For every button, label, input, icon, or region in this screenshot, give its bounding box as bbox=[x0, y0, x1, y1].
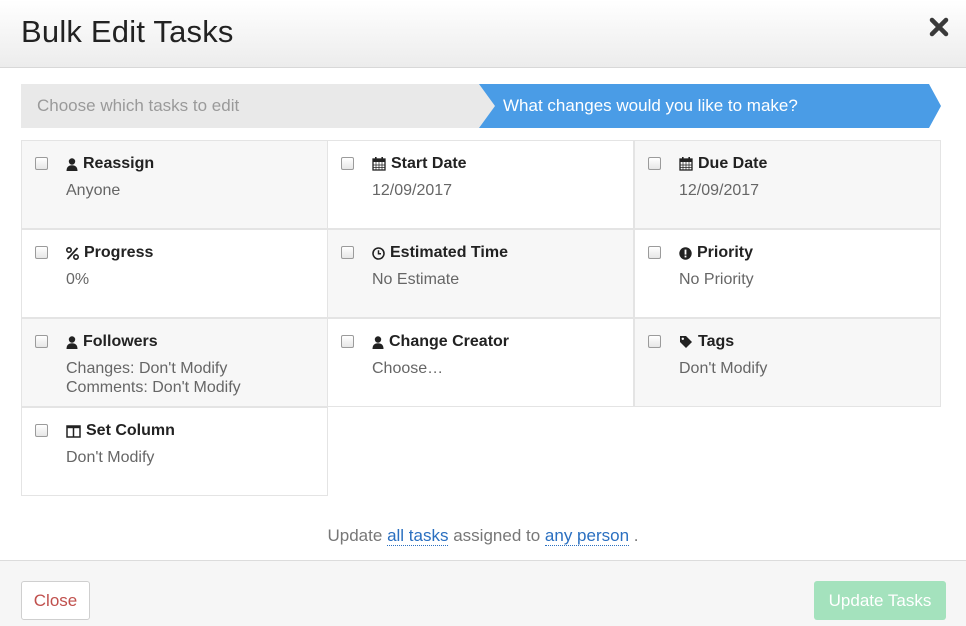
summary-prefix: Update bbox=[327, 526, 383, 545]
step-choose-tasks[interactable]: Choose which tasks to edit bbox=[21, 84, 493, 128]
field-due-date: Due Date 12/09/2017 bbox=[634, 140, 941, 229]
columns-icon bbox=[66, 424, 81, 438]
calendar-icon bbox=[372, 157, 386, 171]
tag-icon bbox=[680, 336, 692, 348]
wizard-steps: Choose which tasks to edit What changes … bbox=[21, 84, 941, 128]
percent-icon bbox=[66, 246, 79, 260]
field-start-date: Start Date 12/09/2017 bbox=[327, 140, 634, 229]
dialog-footer: Close Update Tasks bbox=[0, 560, 966, 626]
summary-middle: assigned to bbox=[453, 526, 541, 545]
followers-checkbox[interactable] bbox=[35, 335, 48, 348]
followers-changes-value: Changes: Don't Modify bbox=[66, 360, 228, 377]
calendar-icon bbox=[679, 157, 693, 171]
field-label-text: Due Date bbox=[698, 155, 768, 172]
update-tasks-button[interactable]: Update Tasks bbox=[814, 581, 946, 620]
dialog-title: Bulk Edit Tasks bbox=[21, 14, 234, 49]
field-label: Estimated Time bbox=[372, 244, 508, 262]
priority-checkbox[interactable] bbox=[648, 246, 661, 259]
any-person-link[interactable]: any person bbox=[544, 526, 630, 546]
field-label: Set Column bbox=[66, 422, 175, 440]
close-button[interactable]: Close bbox=[21, 581, 90, 620]
user-icon bbox=[372, 335, 384, 349]
tags-value[interactable]: Don't Modify bbox=[679, 359, 767, 378]
field-label-text: Followers bbox=[83, 333, 158, 350]
field-estimated-time: Estimated Time No Estimate bbox=[327, 229, 634, 318]
all-tasks-link[interactable]: all tasks bbox=[387, 526, 449, 546]
due-date-checkbox[interactable] bbox=[648, 157, 661, 170]
field-label-text: Reassign bbox=[83, 155, 155, 172]
user-icon bbox=[66, 157, 78, 171]
field-label: Due Date bbox=[679, 155, 767, 173]
field-tags: Tags Don't Modify bbox=[634, 318, 941, 407]
estimated-time-checkbox[interactable] bbox=[341, 246, 354, 259]
reassign-checkbox[interactable] bbox=[35, 157, 48, 170]
change-creator-checkbox[interactable] bbox=[341, 335, 354, 348]
field-label: Priority bbox=[679, 244, 753, 262]
close-icon[interactable] bbox=[928, 16, 952, 40]
clock-icon bbox=[372, 246, 385, 260]
field-label: Progress bbox=[66, 244, 153, 262]
field-label-text: Estimated Time bbox=[390, 244, 508, 261]
followers-comments-value: Comments: Don't Modify bbox=[66, 379, 241, 396]
user-icon bbox=[66, 335, 78, 349]
field-label: Followers bbox=[66, 333, 158, 351]
field-label: Tags bbox=[679, 333, 734, 351]
summary-suffix: . bbox=[633, 526, 639, 545]
reassign-value[interactable]: Anyone bbox=[66, 181, 120, 200]
progress-value[interactable]: 0% bbox=[66, 270, 89, 289]
field-label-text: Priority bbox=[697, 244, 754, 261]
dialog-header: Bulk Edit Tasks bbox=[0, 0, 966, 68]
start-date-checkbox[interactable] bbox=[341, 157, 354, 170]
field-label: Start Date bbox=[372, 155, 467, 173]
field-label: Reassign bbox=[66, 155, 154, 173]
followers-value[interactable]: Changes: Don't Modify Comments: Don't Mo… bbox=[66, 359, 241, 397]
field-label-text: Start Date bbox=[391, 155, 467, 172]
set-column-checkbox[interactable] bbox=[35, 424, 48, 437]
priority-value[interactable]: No Priority bbox=[679, 270, 754, 289]
field-reassign: Reassign Anyone bbox=[21, 140, 328, 229]
field-progress: Progress 0% bbox=[21, 229, 328, 318]
field-label-text: Tags bbox=[698, 333, 735, 350]
change-creator-value[interactable]: Choose… bbox=[372, 359, 443, 378]
field-label-text: Set Column bbox=[86, 422, 175, 439]
step-make-changes[interactable]: What changes would you like to make? bbox=[479, 84, 941, 128]
field-priority: Priority No Priority bbox=[634, 229, 941, 318]
set-column-value[interactable]: Don't Modify bbox=[66, 448, 154, 467]
estimated-time-value[interactable]: No Estimate bbox=[372, 270, 459, 289]
field-followers: Followers Changes: Don't Modify Comments… bbox=[21, 318, 328, 407]
tags-checkbox[interactable] bbox=[648, 335, 661, 348]
progress-checkbox[interactable] bbox=[35, 246, 48, 259]
field-label-text: Progress bbox=[84, 244, 154, 261]
due-date-value[interactable]: 12/09/2017 bbox=[679, 181, 759, 200]
field-label-text: Change Creator bbox=[389, 333, 510, 350]
start-date-value[interactable]: 12/09/2017 bbox=[372, 181, 452, 200]
field-set-column: Set Column Don't Modify bbox=[21, 407, 328, 496]
field-label: Change Creator bbox=[372, 333, 509, 351]
exclamation-circle-icon bbox=[679, 246, 692, 260]
update-summary: Update all tasks assigned to any person … bbox=[0, 526, 966, 546]
field-change-creator: Change Creator Choose… bbox=[327, 318, 634, 407]
